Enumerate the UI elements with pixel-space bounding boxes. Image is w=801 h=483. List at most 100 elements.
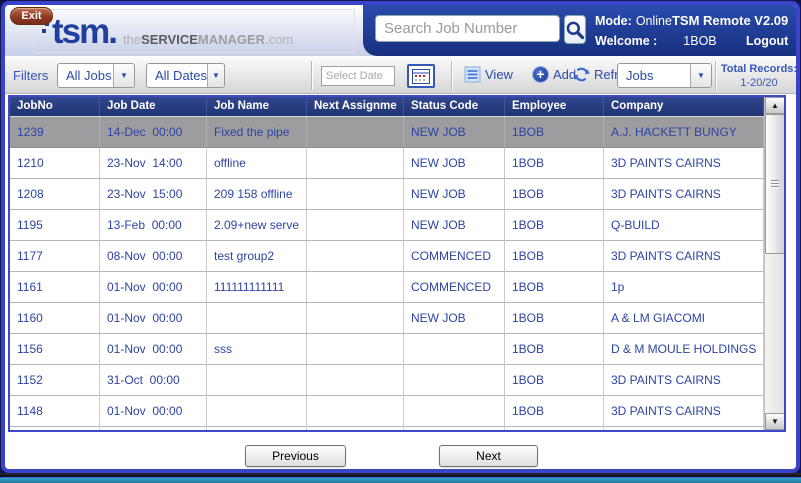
add-button[interactable]: + Add (532, 66, 576, 83)
logo-period: . (108, 12, 118, 51)
scrollbar-track[interactable] (765, 114, 784, 413)
cell-job_date: 01-Nov 00:00 (100, 303, 207, 334)
cell-status_code (404, 396, 505, 427)
vertical-scrollbar: ▲ ▼ (764, 97, 784, 430)
table-row[interactable]: 115601-Nov 00:00sss1BOBD & M MOULE HOLDI… (10, 334, 764, 365)
filters-label: Filters (13, 68, 48, 83)
logout-link[interactable]: Logout (746, 34, 788, 49)
column-header-employee[interactable]: Employee (505, 97, 604, 116)
scrollbar-thumb[interactable] (765, 114, 785, 254)
toolbar: Filters All Jobs ▼ All Dates ▼ (5, 56, 796, 94)
table-row[interactable]: 123914-Dec 00:00Fixed the pipeNEW JOB1BO… (10, 117, 764, 148)
cell-next_assignment (307, 148, 404, 179)
cell-employee: 1BOB (505, 210, 604, 241)
cell-employee: 1BOB (505, 396, 604, 427)
cell-job_name (207, 396, 307, 427)
table-row[interactable]: 117708-Nov 00:00test group2 COMMENCED1BOB… (10, 241, 764, 272)
column-header-job-name[interactable]: Job Name (207, 97, 307, 116)
screen: tsm. theSERVICEMANAGER.com Mode: (0, 0, 801, 483)
tsm-logo: tsm. theSERVICEMANAGER.com (33, 9, 355, 53)
table-row[interactable]: 121023-Nov 14:00offlineNEW JOB1BOB3D PAI… (10, 148, 764, 179)
search-button[interactable] (564, 15, 586, 44)
column-header-jobno[interactable]: JobNo (10, 97, 100, 116)
cell-jobno (10, 427, 100, 430)
jobs-table: JobNo Job Date Job Name Next Assignme St… (8, 95, 786, 432)
cell-next_assignment (307, 427, 404, 430)
total-records-value: 1-20/20 (719, 77, 799, 91)
total-records: Total Records: 1-20/20 (719, 63, 799, 91)
select-date-input[interactable] (321, 66, 395, 86)
table-row[interactable]: 119513-Feb 00:002.09+new serveNEW JOB1BO… (10, 210, 764, 241)
cell-company: D & M MOULE HOLDINGS (604, 334, 764, 365)
table-row[interactable]: 120823-Nov 15:00209 158 offlineNEW JOB1B… (10, 179, 764, 210)
cell-next_assignment (307, 179, 404, 210)
cell-company: 1p (604, 272, 764, 303)
column-header-status-code[interactable]: Status Code (404, 97, 505, 116)
search-icon (565, 20, 585, 40)
session-info: Mode: Online TSM Remote V2.09 Welcome : … (595, 13, 788, 54)
cell-status_code: NEW JOB (404, 179, 505, 210)
scroll-down-icon: ▼ (771, 418, 779, 426)
view-button[interactable]: View (464, 66, 513, 83)
cell-job_date: 08-Nov 00:00 (100, 241, 207, 272)
cell-status_code: NEW JOB (404, 210, 505, 241)
scroll-down-button[interactable]: ▼ (765, 413, 785, 430)
scroll-up-button[interactable]: ▲ (765, 97, 785, 114)
cell-job_name: offline (207, 148, 307, 179)
cell-employee: 1BOB (505, 303, 604, 334)
top-panel: Mode: Online TSM Remote V2.09 Welcome : … (363, 5, 796, 56)
refresh-icon (573, 66, 590, 83)
calendar-icon (412, 69, 430, 84)
cell-next_assignment (307, 272, 404, 303)
cell-status_code (404, 334, 505, 365)
jobs-filter-dropdown[interactable]: All Jobs ▼ (57, 63, 135, 88)
cell-jobno: 1152 (10, 365, 100, 396)
cell-company: A.J. HACKETT BUNGY (604, 117, 764, 148)
cell-company: 3D PAINTS CAIRNS (604, 179, 764, 210)
cell-jobno: 1177 (10, 241, 100, 272)
column-header-job-date[interactable]: Job Date (100, 97, 207, 116)
chevron-down-icon[interactable]: ▼ (690, 64, 711, 87)
cell-job_name: 111111111111 (207, 272, 307, 303)
cell-next_assignment (307, 210, 404, 241)
chevron-down-icon[interactable]: ▼ (113, 64, 134, 87)
total-records-label: Total Records: (719, 63, 799, 77)
cell-status_code (404, 365, 505, 396)
table-row[interactable] (10, 427, 764, 430)
toolbar-divider (451, 61, 452, 90)
cell-company: A & LM GIACOMI (604, 303, 764, 334)
mode-value: Online (636, 14, 672, 29)
cell-job_name: test group2 (207, 241, 307, 272)
dates-filter-value: All Dates (147, 68, 207, 83)
app-title: TSM Remote V2.09 (672, 13, 788, 29)
cell-status_code: COMMENCED (404, 241, 505, 272)
chevron-down-icon[interactable]: ▼ (207, 64, 224, 87)
table-row[interactable]: 116101-Nov 00:00111111111111COMMENCED1BO… (10, 272, 764, 303)
cell-employee: 1BOB (505, 241, 604, 272)
calendar-button[interactable] (407, 64, 435, 88)
cell-next_assignment (307, 241, 404, 272)
cell-jobno: 1148 (10, 396, 100, 427)
next-button[interactable]: Next (439, 445, 538, 467)
cell-job_name: Fixed the pipe (207, 117, 307, 148)
table-row[interactable]: 115231-Oct 00:001BOB3D PAINTS CAIRNS (10, 365, 764, 396)
cell-employee: 1BOB (505, 365, 604, 396)
search-input[interactable] (375, 15, 560, 42)
table-row[interactable]: 114801-Nov 00:001BOB3D PAINTS CAIRNS (10, 396, 764, 427)
logo-text: tsm (52, 12, 108, 51)
previous-button[interactable]: Previous (245, 445, 346, 467)
cell-company: 3D PAINTS CAIRNS (604, 241, 764, 272)
column-header-company[interactable]: Company (604, 97, 764, 116)
cell-job_name: 209 158 offline (207, 179, 307, 210)
exit-button[interactable]: Exit (10, 7, 53, 25)
cell-job_date: 01-Nov 00:00 (100, 396, 207, 427)
table-row[interactable]: 116001-Nov 00:00NEW JOB1BOBA & LM GIACOM… (10, 303, 764, 334)
mode-label: Mode: (595, 14, 632, 29)
entity-dropdown[interactable]: Jobs ▼ (617, 63, 712, 88)
cell-job_date (100, 427, 207, 430)
dates-filter-dropdown[interactable]: All Dates ▼ (146, 63, 225, 88)
cell-jobno: 1161 (10, 272, 100, 303)
column-header-next-assignment[interactable]: Next Assignme (307, 97, 404, 116)
desktop-strip (0, 473, 801, 483)
cell-job_name: sss (207, 334, 307, 365)
